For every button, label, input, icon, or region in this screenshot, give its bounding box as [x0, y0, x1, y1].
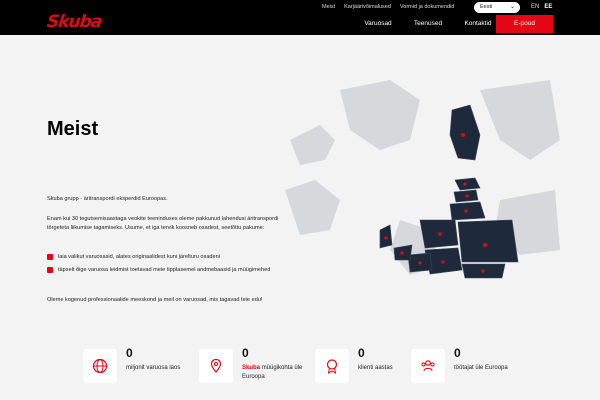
people-icon	[411, 349, 445, 383]
lang-en[interactable]: EN	[531, 4, 539, 10]
stat-label-brand: Skuba	[242, 365, 261, 371]
main-nav: Varuosad Teenused Kontaktid	[353, 20, 503, 27]
stat-label: töötajat üle Euroopa	[454, 365, 508, 371]
intro-text: Skuba grupp - äritranspordi eksperdid Eu…	[47, 196, 168, 202]
top-links: Meist Karjäärivõimalused Vormid ja dokum…	[322, 4, 454, 10]
bullet-text: täpselt õige varuosa leidmist toetavad m…	[58, 267, 271, 273]
checkmark-icon	[47, 267, 53, 273]
checkmark-icon	[47, 254, 53, 260]
globe-icon	[83, 349, 117, 383]
page-title: Meist	[47, 118, 99, 140]
nav-teenused[interactable]: Teenused	[403, 20, 453, 27]
stat-label: miljonit varuosa laos	[126, 365, 181, 371]
stat-number: 0	[242, 346, 249, 360]
e-pood-button[interactable]: E-pood	[496, 15, 553, 33]
nav-varuosad[interactable]: Varuosad	[353, 20, 403, 27]
chevron-down-icon: ⌄	[509, 4, 515, 10]
award-badge-icon	[315, 349, 349, 383]
skuba-logo[interactable]: Skuba	[46, 12, 102, 32]
language-select-value: Eesti	[480, 4, 493, 10]
site-header: Skuba Meist Karjäärivõimalused Vormid ja…	[0, 0, 600, 35]
location-pin-icon	[199, 349, 233, 383]
stats-bar: 0 miljonit varuosa laos 0 Skuba müügikoh…	[0, 345, 600, 400]
stat-label: Skuba müügikohta üle Euroopa	[242, 364, 322, 382]
top-link-meist[interactable]: Meist	[322, 4, 335, 10]
bullet-text: laia valikut varuosasid, alates originaa…	[58, 254, 221, 260]
europe-map	[285, 80, 560, 279]
top-link-careers[interactable]: Karjäärivõimalused	[344, 4, 391, 10]
language-codes: EN EE	[531, 4, 552, 10]
stat-number: 0	[454, 346, 461, 360]
top-link-forms[interactable]: Vormid ja dokumendid	[400, 4, 454, 10]
paragraph-1: Enam kui 30 tegutsemisaastaga veokite te…	[47, 216, 279, 231]
language-select[interactable]: Eesti ⌄	[474, 2, 520, 13]
paragraph-2: Oleme kogenud professionaalide meeskond …	[47, 297, 263, 303]
stat-number: 0	[126, 346, 133, 360]
stat-number: 0	[358, 346, 365, 360]
lang-ee[interactable]: EE	[544, 4, 552, 10]
